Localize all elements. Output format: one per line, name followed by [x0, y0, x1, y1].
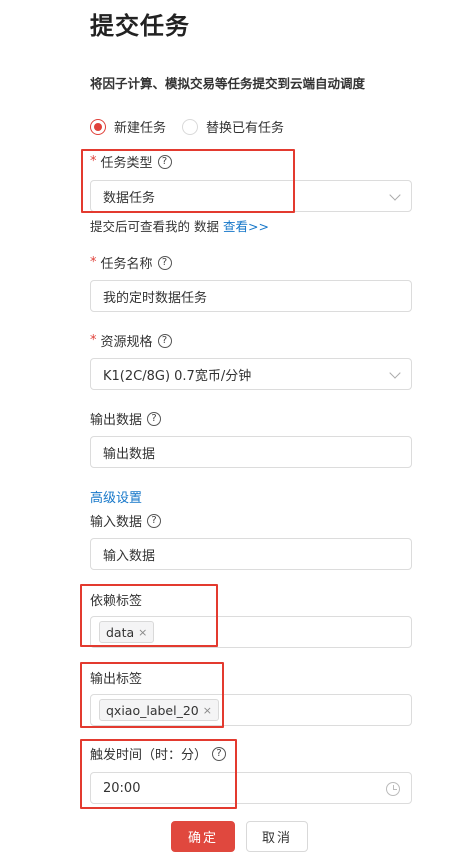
resource-select[interactable]: K1(2C/8G) 0.7宽币/分钟 — [90, 358, 412, 390]
task-type-value: 数据任务 — [103, 190, 156, 206]
tag-label: data — [106, 624, 135, 640]
trigger-time-label-text: 触发时间（时：分） — [90, 748, 208, 763]
task-name-label: * 任务名称 ? — [90, 253, 172, 272]
view-link[interactable]: 查看>> — [223, 219, 269, 234]
radio-checked-icon[interactable] — [90, 118, 106, 135]
help-icon[interactable]: ? — [212, 746, 227, 761]
tag-chip: data × — [99, 621, 155, 643]
radio-new-task-label: 新建任务 — [114, 121, 167, 136]
required-mark: * — [90, 333, 97, 348]
output-data-placeholder: 输出数据 — [103, 446, 156, 462]
task-name-input[interactable]: 我的定时数据任务 — [90, 280, 412, 312]
required-mark: * — [90, 255, 97, 270]
task-name-label-text: 任务名称 — [100, 257, 153, 272]
page-subtitle: 将因子计算、模拟交易等任务提交到云端自动调度 — [90, 76, 366, 91]
clock-icon — [386, 782, 400, 796]
submit-hint-text: 提交后可查看我的 数据 — [90, 219, 219, 234]
trigger-time-picker[interactable]: 20:00 — [90, 772, 412, 804]
confirm-button[interactable]: 确定 — [171, 821, 235, 852]
tag-label: qxiao_label_20 — [106, 702, 199, 718]
output-tags-input[interactable]: qxiao_label_20 × — [90, 694, 412, 726]
output-data-label: 输出数据 ? — [90, 409, 162, 428]
depend-tags-label-text: 依赖标签 — [90, 594, 143, 609]
tag-chip: qxiao_label_20 × — [99, 699, 219, 721]
cancel-button[interactable]: 取消 — [246, 821, 308, 852]
close-icon[interactable]: × — [203, 704, 212, 717]
chevron-down-icon — [389, 189, 401, 201]
radio-replace-task[interactable]: 替换已有任务 — [182, 117, 284, 136]
page-title: 提交任务 — [90, 12, 190, 40]
chevron-down-icon — [389, 367, 401, 379]
radio-replace-task-label: 替换已有任务 — [206, 121, 285, 136]
advanced-settings-link[interactable]: 高级设置 — [90, 487, 142, 506]
output-tags-label-text: 输出标签 — [90, 672, 143, 687]
task-type-label: * 任务类型 ? — [90, 152, 172, 171]
help-icon[interactable]: ? — [147, 513, 162, 528]
resource-value: K1(2C/8G) 0.7宽币/分钟 — [103, 368, 252, 384]
radio-unchecked-icon[interactable] — [182, 118, 199, 135]
input-data-label: 输入数据 ? — [90, 511, 162, 530]
output-tags-label: 输出标签 — [90, 668, 142, 687]
help-icon[interactable]: ? — [157, 154, 172, 169]
help-icon[interactable]: ? — [157, 255, 172, 270]
output-data-input[interactable]: 输出数据 — [90, 436, 412, 468]
depend-tags-input[interactable]: data × — [90, 616, 412, 648]
help-icon[interactable]: ? — [147, 411, 162, 426]
task-type-select[interactable]: 数据任务 — [90, 180, 412, 212]
trigger-time-value: 20:00 — [103, 780, 141, 796]
input-data-placeholder: 输入数据 — [103, 548, 156, 564]
task-type-label-text: 任务类型 — [100, 156, 153, 171]
output-data-label-text: 输出数据 — [90, 413, 143, 428]
trigger-time-label: 触发时间（时：分） ? — [90, 744, 227, 763]
depend-tags-label: 依赖标签 — [90, 590, 142, 609]
resource-label: * 资源规格 ? — [90, 331, 172, 350]
radio-new-task[interactable]: 新建任务 — [90, 117, 166, 136]
submit-hint: 提交后可查看我的 数据 查看>> — [90, 216, 269, 235]
task-name-value: 我的定时数据任务 — [103, 290, 208, 306]
input-data-input[interactable]: 输入数据 — [90, 538, 412, 570]
help-icon[interactable]: ? — [157, 333, 172, 348]
required-mark: * — [90, 154, 97, 169]
resource-label-text: 资源规格 — [100, 335, 153, 350]
task-mode-radio-group: 新建任务 替换已有任务 — [90, 117, 300, 136]
input-data-label-text: 输入数据 — [90, 515, 143, 530]
close-icon[interactable]: × — [138, 626, 147, 639]
